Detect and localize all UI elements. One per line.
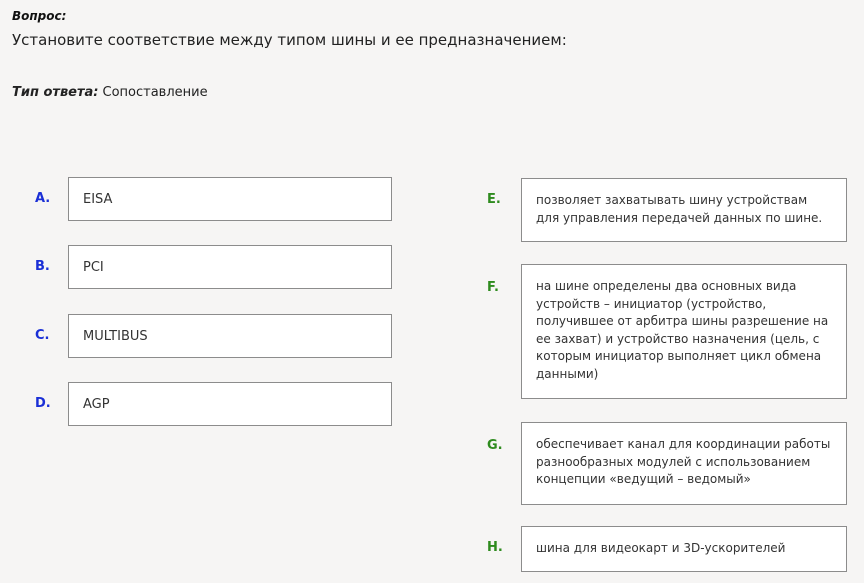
- left-item-letter: A.: [35, 191, 51, 206]
- left-item-d: D. AGP: [0, 382, 400, 430]
- left-item-c: C. MULTIBUS: [0, 314, 400, 362]
- question-label: Вопрос:: [12, 9, 67, 23]
- right-item-letter: H.: [487, 540, 503, 555]
- right-item-box[interactable]: на шине определены два основных вида уст…: [521, 264, 847, 399]
- left-item-box[interactable]: MULTIBUS: [68, 314, 392, 358]
- left-item-box[interactable]: EISA: [68, 177, 392, 221]
- right-item-letter: G.: [487, 438, 503, 453]
- right-item-box[interactable]: шина для видеокарт и 3D-ускорителей: [521, 526, 847, 572]
- answer-type-label: Тип ответа:: [12, 85, 99, 100]
- right-item-box[interactable]: обеспечивает канал для координации работ…: [521, 422, 847, 505]
- left-item-letter: C.: [35, 328, 50, 343]
- left-item-letter: B.: [35, 259, 50, 274]
- left-item-b: B. PCI: [0, 245, 400, 293]
- left-item-box[interactable]: PCI: [68, 245, 392, 289]
- answer-type: Тип ответа: Сопоставление: [12, 85, 208, 100]
- left-item-letter: D.: [35, 396, 51, 411]
- left-item-box[interactable]: AGP: [68, 382, 392, 426]
- left-item-a: A. EISA: [0, 177, 400, 225]
- right-item-letter: E.: [487, 192, 501, 207]
- right-item-letter: F.: [487, 280, 499, 295]
- question-text: Установите соответствие между типом шины…: [12, 31, 567, 49]
- right-item-box[interactable]: позволяет захватывать шину устройствам д…: [521, 178, 847, 242]
- answer-type-value: Сопоставление: [102, 85, 208, 100]
